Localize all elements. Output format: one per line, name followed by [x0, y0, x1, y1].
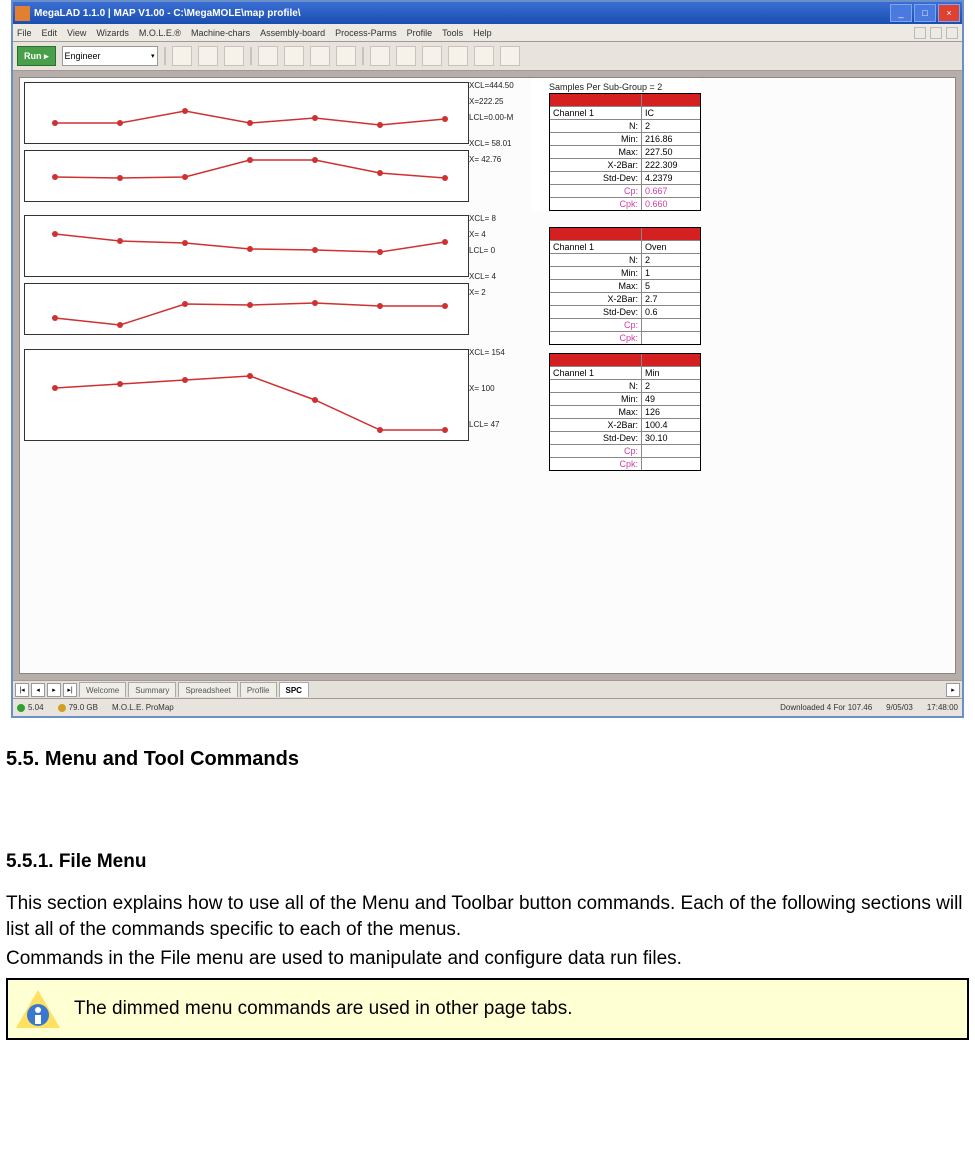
- callout-text: The dimmed menu commands are used in oth…: [74, 998, 573, 1020]
- paragraph-file-menu: Commands in the File menu are used to ma…: [6, 946, 969, 972]
- status-led-icon: [17, 704, 25, 712]
- toolbar-button-6[interactable]: [310, 46, 330, 66]
- tab-spc[interactable]: SPC: [279, 682, 309, 697]
- y-axis-labels-3: XCL= 154 X= 100 LCL= 47: [469, 345, 531, 435]
- heading-5-5: 5.5. Menu and Tool Commands: [6, 748, 975, 771]
- status-version: 5.04: [28, 703, 44, 712]
- samples-label: Samples Per Sub-Group = 2: [549, 82, 701, 92]
- tab-strip: |◂ ◂ ▸ ▸| Welcome Summary Spreadsheet Pr…: [13, 680, 962, 698]
- heading-5-5-1: 5.5.1. File Menu: [6, 851, 975, 873]
- mdi-restore-icon[interactable]: [930, 27, 942, 39]
- control-chart-range-2[interactable]: [24, 283, 469, 335]
- status-date: 9/05/03: [886, 703, 913, 712]
- tab-nav-first[interactable]: |◂: [15, 683, 29, 697]
- toolbar-button-5[interactable]: [284, 46, 304, 66]
- close-button[interactable]: ×: [938, 4, 960, 22]
- control-chart-xbar-1[interactable]: [24, 82, 469, 144]
- toolbar-separator: [362, 47, 364, 65]
- statistics-panel-1: Samples Per Sub-Group = 2 Channel 1IC N:…: [531, 78, 701, 211]
- info-icon: [16, 990, 60, 1028]
- tab-nav-last[interactable]: ▸|: [63, 683, 77, 697]
- toolbar-button-13[interactable]: [500, 46, 520, 66]
- menu-profile[interactable]: Profile: [407, 28, 433, 38]
- toolbar-button-10[interactable]: [422, 46, 442, 66]
- y-axis-labels-2: XCL= 8 X= 4 LCL= 0 XCL= 4 X= 2: [469, 211, 531, 303]
- menu-machine[interactable]: Machine-chars: [191, 28, 250, 38]
- status-time: 17:48:00: [927, 703, 958, 712]
- title-bar[interactable]: MegaLAD 1.1.0 | MAP V1.00 - C:\MegaMOLE\…: [13, 2, 962, 24]
- control-chart-range-1[interactable]: [24, 150, 469, 202]
- tab-profile[interactable]: Profile: [240, 682, 277, 697]
- status-download: Downloaded 4 For 107.46: [780, 703, 872, 712]
- toolbar-button-11[interactable]: [448, 46, 468, 66]
- mdi-close-icon[interactable]: [946, 27, 958, 39]
- toolbar-button-1[interactable]: [172, 46, 192, 66]
- statistics-panel-3: Channel 1Min N:2 Min:49 Max:126 X-2Bar:1…: [531, 345, 701, 471]
- run-button[interactable]: Run ▸: [17, 46, 56, 66]
- minimize-button[interactable]: _: [890, 4, 912, 22]
- toolbar-button-12[interactable]: [474, 46, 494, 66]
- menu-edit[interactable]: Edit: [42, 28, 58, 38]
- scroll-right-icon[interactable]: ▸: [946, 683, 960, 697]
- y-axis-labels-1: XCL=444.50 X=222.25 LCL=0.00-M XCL= 58.0…: [469, 78, 531, 170]
- menu-help[interactable]: Help: [473, 28, 492, 38]
- toolbar-button-4[interactable]: [258, 46, 278, 66]
- toolbar-button-3[interactable]: [224, 46, 244, 66]
- workspace: XCL=444.50 X=222.25 LCL=0.00-M XCL= 58.0…: [13, 71, 962, 680]
- status-disk-icon: [58, 704, 66, 712]
- control-chart-xbar-3[interactable]: [24, 349, 469, 441]
- status-disk: 79.0 GB: [69, 703, 98, 712]
- role-dropdown[interactable]: Engineer: [62, 46, 158, 66]
- toolbar-button-7[interactable]: [336, 46, 356, 66]
- menu-bar: File Edit View Wizards M.O.L.E.® Machine…: [13, 24, 962, 42]
- toolbar-separator: [164, 47, 166, 65]
- menu-tools[interactable]: Tools: [442, 28, 463, 38]
- toolbar-separator: [250, 47, 252, 65]
- spc-sheet: XCL=444.50 X=222.25 LCL=0.00-M XCL= 58.0…: [19, 77, 956, 674]
- tab-nav-next[interactable]: ▸: [47, 683, 61, 697]
- toolbar-button-9[interactable]: [396, 46, 416, 66]
- tab-spreadsheet[interactable]: Spreadsheet: [178, 682, 237, 697]
- maximize-button[interactable]: □: [914, 4, 936, 22]
- tab-summary[interactable]: Summary: [128, 682, 176, 697]
- window-title: MegaLAD 1.1.0 | MAP V1.00 - C:\MegaMOLE\…: [34, 8, 888, 19]
- tab-welcome[interactable]: Welcome: [79, 682, 126, 697]
- statistics-table-1: Channel 1IC N:2 Min:216.86 Max:227.50 X-…: [549, 93, 701, 211]
- paragraph-intro: This section explains how to use all of …: [6, 891, 969, 942]
- menu-file[interactable]: File: [17, 28, 32, 38]
- info-callout: The dimmed menu commands are used in oth…: [6, 978, 969, 1040]
- statistics-table-2: Channel 1Oven N:2 Min:1 Max:5 X-2Bar:2.7…: [549, 227, 701, 345]
- menu-mole[interactable]: M.O.L.E.®: [139, 28, 181, 38]
- mdi-minimize-icon[interactable]: [914, 27, 926, 39]
- status-product: M.O.L.E. ProMap: [112, 703, 174, 712]
- toolbar-button-8[interactable]: [370, 46, 390, 66]
- app-icon: [15, 6, 30, 21]
- toolbar-button-2[interactable]: [198, 46, 218, 66]
- menu-process[interactable]: Process-Parms: [335, 28, 397, 38]
- statistics-panel-2: Channel 1Oven N:2 Min:1 Max:5 X-2Bar:2.7…: [531, 211, 701, 345]
- menu-assembly[interactable]: Assembly-board: [260, 28, 325, 38]
- toolbar: Run ▸ Engineer: [13, 42, 962, 71]
- menu-view[interactable]: View: [67, 28, 86, 38]
- application-window: MegaLAD 1.1.0 | MAP V1.00 - C:\MegaMOLE\…: [11, 0, 964, 718]
- menu-wizards[interactable]: Wizards: [96, 28, 129, 38]
- tab-nav-prev[interactable]: ◂: [31, 683, 45, 697]
- control-chart-xbar-2[interactable]: [24, 215, 469, 277]
- status-bar: 5.04 79.0 GB M.O.L.E. ProMap Downloaded …: [13, 698, 962, 716]
- statistics-table-3: Channel 1Min N:2 Min:49 Max:126 X-2Bar:1…: [549, 353, 701, 471]
